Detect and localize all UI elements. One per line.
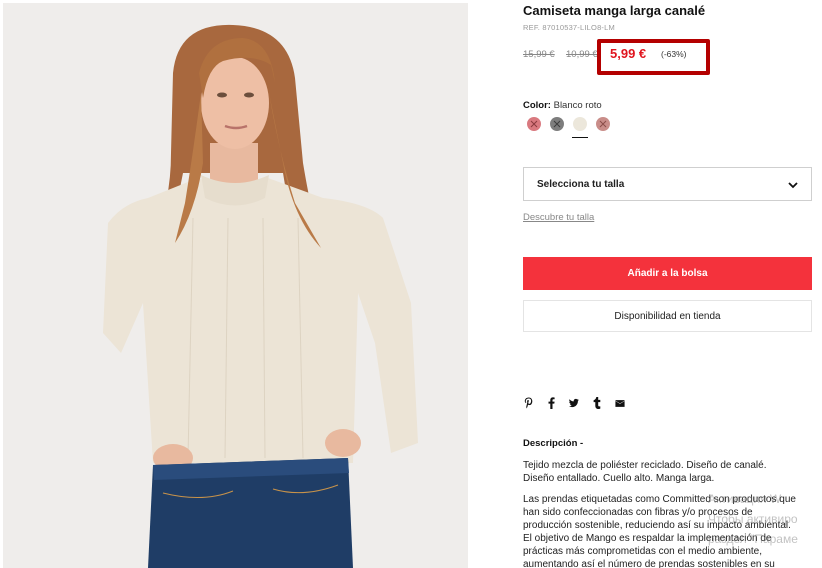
sale-price: 5,99 € — [610, 46, 647, 61]
email-icon[interactable] — [615, 397, 625, 409]
previous-price: 10,99 € — [566, 49, 598, 60]
twitter-icon[interactable] — [569, 397, 579, 409]
add-to-bag-button[interactable]: Añadir a la bolsa — [523, 257, 812, 290]
tumblr-icon[interactable] — [592, 397, 602, 409]
size-select-label: Selecciona tu talla — [537, 178, 625, 190]
swatch-marron-rosado[interactable] — [596, 117, 610, 131]
store-availability-button[interactable]: Disponibilidad en tienda — [523, 300, 812, 332]
color-label: Color: — [523, 100, 551, 111]
product-details-panel: Camiseta manga larga canalé REF. 8701053… — [523, 0, 822, 568]
unavailable-icon — [530, 120, 538, 128]
unavailable-icon — [553, 120, 561, 128]
swatch-gris[interactable] — [550, 117, 564, 131]
size-select[interactable]: Selecciona tu talla — [523, 167, 812, 201]
pinterest-icon[interactable] — [523, 397, 533, 409]
watermark-line-1: Активация W — [708, 492, 782, 506]
selected-color: Blanco roto — [553, 100, 602, 111]
color-swatches — [527, 117, 610, 138]
product-title: Camiseta manga larga canalé — [523, 3, 706, 18]
model-photo — [3, 3, 468, 568]
discount-badge: (-63%) — [661, 49, 687, 59]
unavailable-icon — [599, 120, 607, 128]
watermark-line-3: раздел "Параме — [708, 532, 798, 546]
product-image[interactable] — [3, 3, 468, 568]
size-guide-link[interactable]: Descubre tu talla — [523, 212, 594, 223]
chevron-down-icon — [788, 182, 798, 189]
watermark-line-2: Чтобы активиро — [708, 512, 798, 526]
swatch-blanco-roto[interactable] — [572, 117, 588, 138]
share-icons — [523, 397, 625, 409]
original-price: 15,99 € — [523, 49, 555, 60]
facebook-icon[interactable] — [546, 397, 556, 409]
color-label-row: Color: Blanco roto — [523, 100, 602, 111]
description-paragraph-1: Tejido mezcla de poliéster reciclado. Di… — [523, 460, 767, 484]
os-activation-watermark: Активация W Чтобы активиро раздел "Парам… — [708, 489, 822, 549]
product-reference: REF. 87010537-LILO8-LM — [523, 23, 615, 32]
description-heading[interactable]: Descripción - — [523, 438, 583, 449]
swatch-rosa[interactable] — [527, 117, 541, 131]
